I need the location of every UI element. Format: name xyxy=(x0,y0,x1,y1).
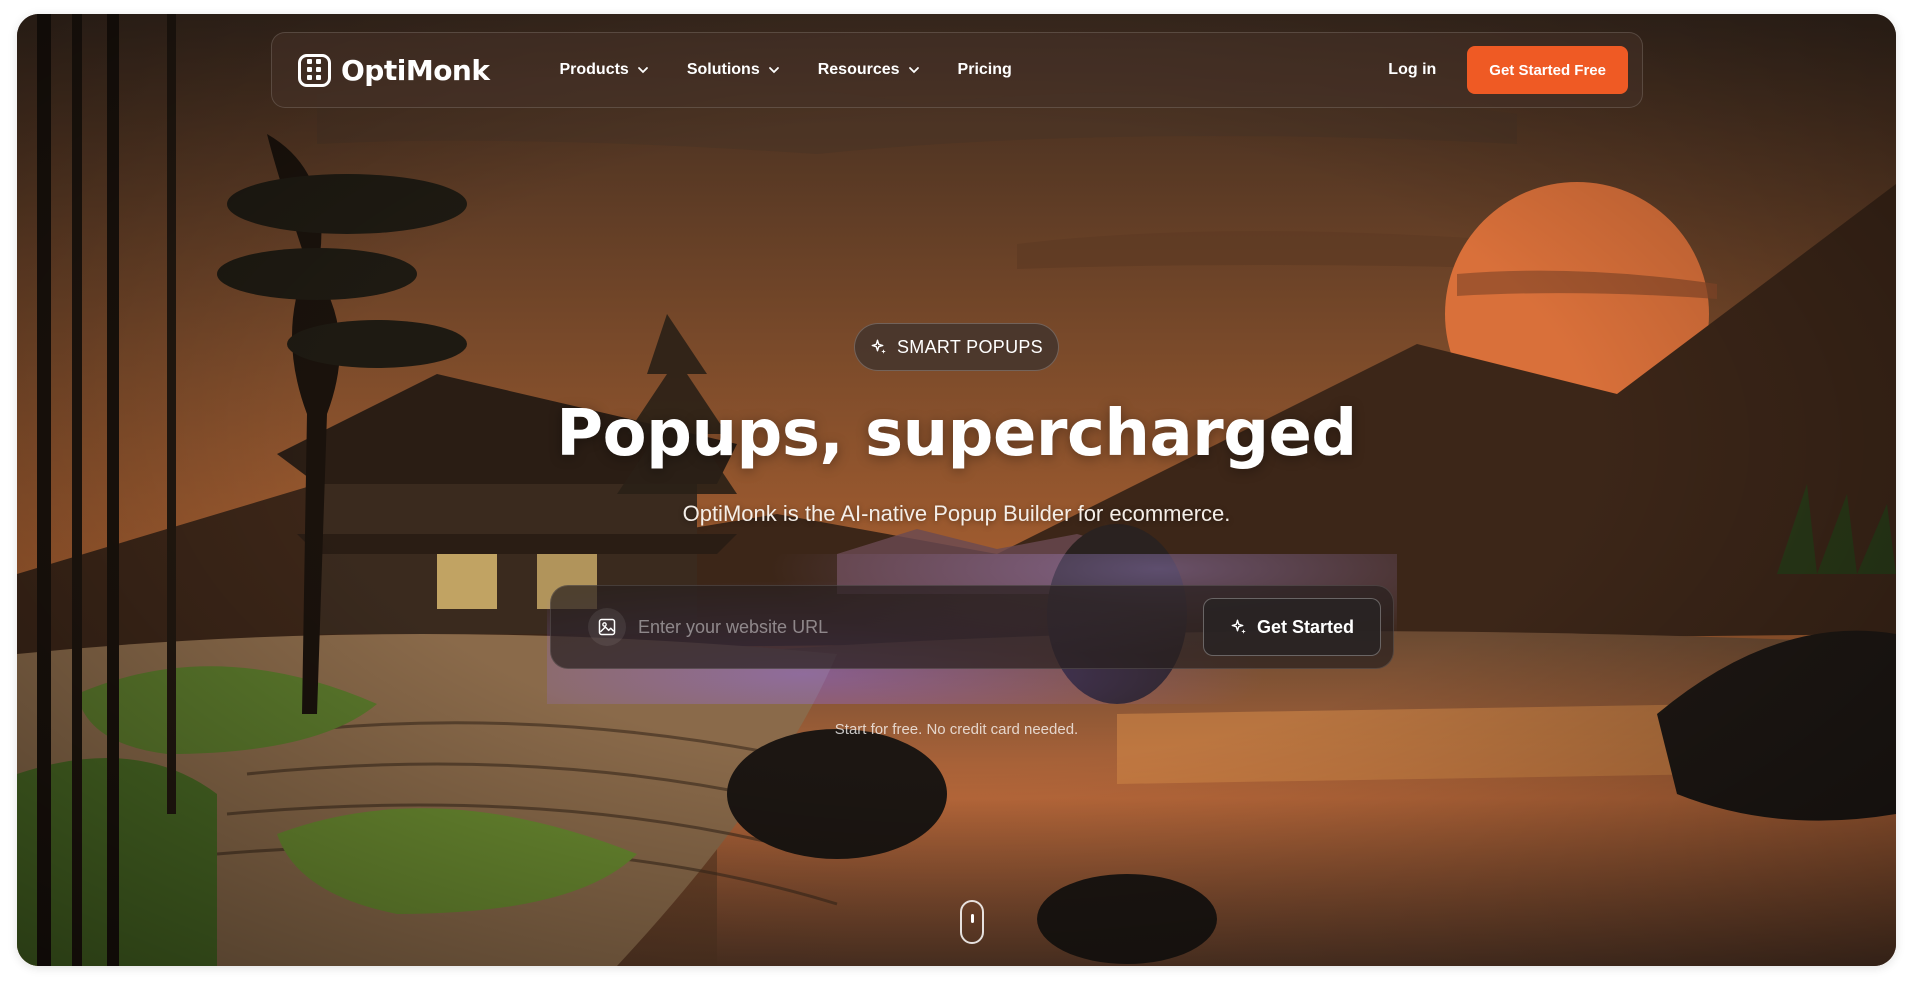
chevron-down-icon xyxy=(637,67,648,74)
nav-item-solutions[interactable]: Solutions xyxy=(687,61,780,79)
nav-item-products[interactable]: Products xyxy=(559,61,648,79)
page-subtitle: OptiMonk is the AI-native Popup Builder … xyxy=(682,501,1231,526)
main-menu: Products Solutions Resources Pricing xyxy=(559,61,1011,79)
nav-item-label: Solutions xyxy=(686,61,760,78)
nav-item-label: Pricing xyxy=(957,61,1012,78)
get-started-free-button[interactable]: Get Started Free xyxy=(1467,46,1628,94)
free-note: Start for free. No credit card needed. xyxy=(834,721,1079,738)
chevron-down-icon xyxy=(908,67,919,74)
badge-label: SMART POPUPS xyxy=(897,336,1043,357)
website-url-input[interactable] xyxy=(638,607,1203,647)
smart-popups-badge: SMART POPUPS xyxy=(854,323,1059,371)
hero-section: OptiMonk Products Solutions Resources Pr… xyxy=(17,14,1896,966)
sparkle-icon xyxy=(871,339,886,354)
background-illustration xyxy=(17,14,1896,966)
scroll-mouse-icon[interactable] xyxy=(960,900,984,944)
nav-item-label: Resources xyxy=(817,61,900,78)
url-form: Get Started xyxy=(550,585,1394,669)
brand-name: OptiMonk xyxy=(341,53,490,87)
nav-actions: Log in Get Started Free xyxy=(1388,46,1628,94)
nav-item-label: Products xyxy=(559,61,629,78)
chevron-down-icon xyxy=(768,67,779,74)
page-title: Popups, supercharged xyxy=(556,397,1357,471)
nav-item-resources[interactable]: Resources xyxy=(818,61,920,79)
logo-icon xyxy=(298,53,331,87)
top-navigation: OptiMonk Products Solutions Resources Pr… xyxy=(271,32,1643,108)
brand-logo[interactable]: OptiMonk xyxy=(298,53,490,87)
get-started-label: Get Started xyxy=(1256,616,1354,637)
sparkle-icon xyxy=(1231,619,1246,634)
login-link[interactable]: Log in xyxy=(1388,61,1436,79)
get-started-button[interactable]: Get Started xyxy=(1202,598,1381,656)
image-icon xyxy=(588,608,626,646)
nav-item-pricing[interactable]: Pricing xyxy=(958,61,1012,79)
